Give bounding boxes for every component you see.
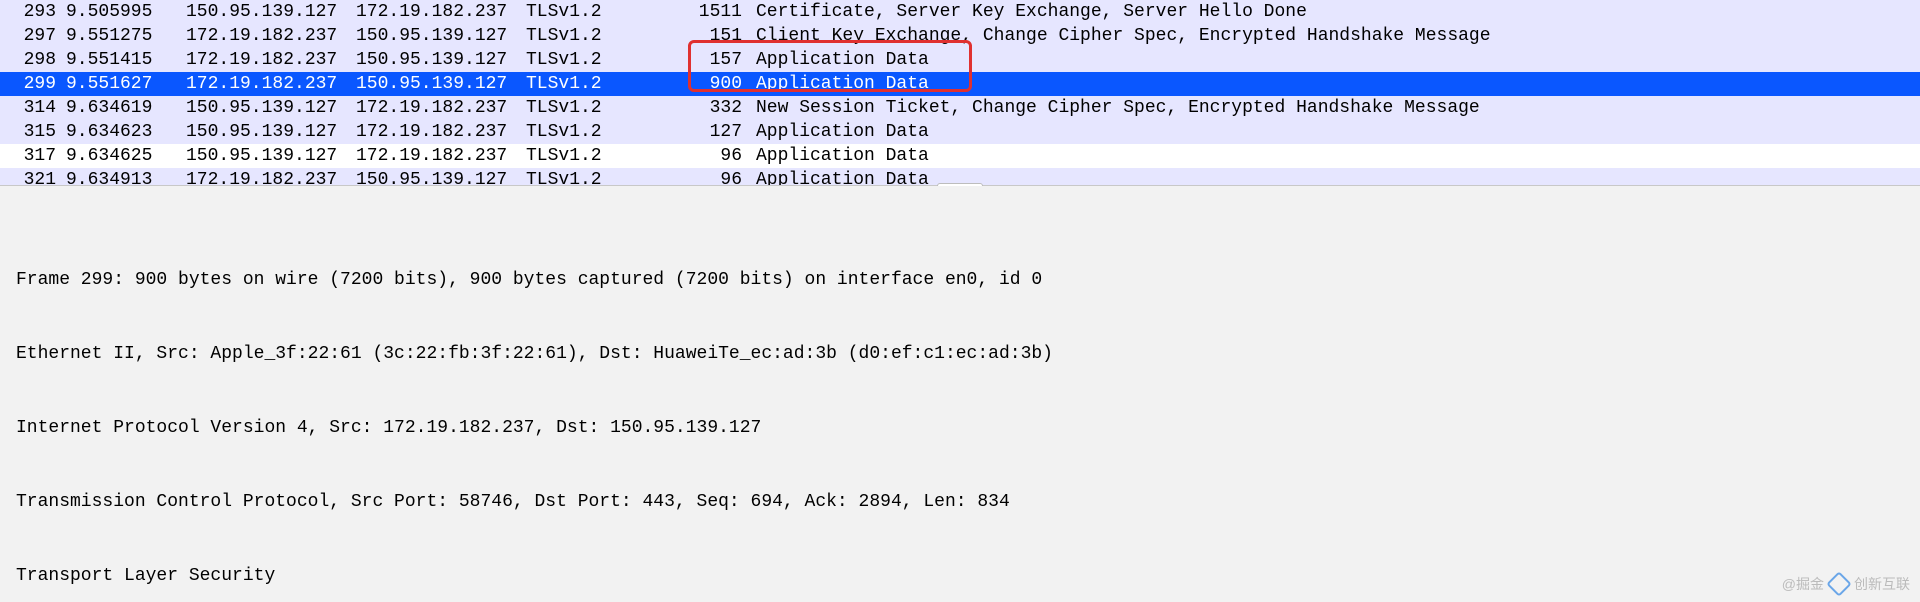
packet-row[interactable]: 317 9.634625 150.95.139.127 172.19.182.2… — [0, 144, 1920, 168]
packet-src: 150.95.139.127 — [186, 120, 356, 144]
packet-time: 9.634625 — [66, 144, 186, 168]
watermark: @掘金 创新互联 — [1782, 572, 1910, 596]
packet-info: Application Data — [756, 120, 1920, 144]
packet-no: 315 — [6, 120, 66, 144]
packet-proto: TLSv1.2 — [526, 72, 656, 96]
packet-dst: 172.19.182.237 — [356, 96, 526, 120]
packet-info: Application Data — [756, 48, 1920, 72]
packet-info: Certificate, Server Key Exchange, Server… — [756, 0, 1920, 24]
packet-len: 1511 — [656, 0, 756, 24]
packet-row[interactable]: 293 9.505995 150.95.139.127 172.19.182.2… — [0, 0, 1920, 24]
packet-src: 172.19.182.237 — [186, 24, 356, 48]
packet-no: 317 — [6, 144, 66, 168]
logo-icon — [1826, 571, 1851, 596]
watermark-text: @掘金 — [1782, 572, 1824, 596]
packet-src: 150.95.139.127 — [186, 0, 356, 24]
packet-time: 9.634913 — [66, 168, 186, 186]
packet-no: 297 — [6, 24, 66, 48]
packet-len: 96 — [656, 168, 756, 186]
detail-ethernet[interactable]: Ethernet II, Src: Apple_3f:22:61 (3c:22:… — [10, 342, 1912, 368]
packet-dst: 172.19.182.237 — [356, 144, 526, 168]
packet-src: 172.19.182.237 — [186, 72, 356, 96]
packet-src: 150.95.139.127 — [186, 144, 356, 168]
packet-len: 332 — [656, 96, 756, 120]
packet-len: 127 — [656, 120, 756, 144]
packet-src: 172.19.182.237 — [186, 48, 356, 72]
packet-dst: 150.95.139.127 — [356, 72, 526, 96]
watermark-text2: 创新互联 — [1854, 572, 1910, 596]
packet-proto: TLSv1.2 — [526, 168, 656, 186]
packet-proto: TLSv1.2 — [526, 0, 656, 24]
packet-row[interactable]: 298 9.551415 172.19.182.237 150.95.139.1… — [0, 48, 1920, 72]
packet-src: 172.19.182.237 — [186, 168, 356, 186]
packet-len: 900 — [656, 72, 756, 96]
packet-row[interactable]: 314 9.634619 150.95.139.127 172.19.182.2… — [0, 96, 1920, 120]
packet-row[interactable]: 297 9.551275 172.19.182.237 150.95.139.1… — [0, 24, 1920, 48]
packet-no: 321 — [6, 168, 66, 186]
packet-time: 9.634623 — [66, 120, 186, 144]
packet-info: New Session Ticket, Change Cipher Spec, … — [756, 96, 1920, 120]
packet-detail-pane[interactable]: Frame 299: 900 bytes on wire (7200 bits)… — [0, 186, 1920, 602]
packet-dst: 172.19.182.237 — [356, 0, 526, 24]
packet-proto: TLSv1.2 — [526, 144, 656, 168]
packet-time: 9.551275 — [66, 24, 186, 48]
detail-frame[interactable]: Frame 299: 900 bytes on wire (7200 bits)… — [10, 268, 1912, 294]
packet-time: 9.505995 — [66, 0, 186, 24]
detail-tls[interactable]: Transport Layer Security — [10, 564, 1912, 590]
packet-proto: TLSv1.2 — [526, 96, 656, 120]
packet-no: 298 — [6, 48, 66, 72]
packet-dst: 172.19.182.237 — [356, 120, 526, 144]
detail-ip[interactable]: Internet Protocol Version 4, Src: 172.19… — [10, 416, 1912, 442]
packet-len: 96 — [656, 144, 756, 168]
packet-time: 9.551627 — [66, 72, 186, 96]
packet-proto: TLSv1.2 — [526, 48, 656, 72]
packet-no: 293 — [6, 0, 66, 24]
detail-tcp[interactable]: Transmission Control Protocol, Src Port:… — [10, 490, 1912, 516]
packet-src: 150.95.139.127 — [186, 96, 356, 120]
packet-row-selected[interactable]: 299 9.551627 172.19.182.237 150.95.139.1… — [0, 72, 1920, 96]
packet-no: 299 — [6, 72, 66, 96]
packet-dst: 150.95.139.127 — [356, 168, 526, 186]
packet-info: Application Data — [756, 72, 1920, 96]
packet-time: 9.634619 — [66, 96, 186, 120]
packet-dst: 150.95.139.127 — [356, 48, 526, 72]
packet-time: 9.551415 — [66, 48, 186, 72]
packet-dst: 150.95.139.127 — [356, 24, 526, 48]
packet-no: 314 — [6, 96, 66, 120]
packet-proto: TLSv1.2 — [526, 120, 656, 144]
packet-proto: TLSv1.2 — [526, 24, 656, 48]
packet-len: 157 — [656, 48, 756, 72]
packet-len: 151 — [656, 24, 756, 48]
packet-info: Client Key Exchange, Change Cipher Spec,… — [756, 24, 1920, 48]
packet-list-pane[interactable]: 293 9.505995 150.95.139.127 172.19.182.2… — [0, 0, 1920, 186]
packet-info: Application Data — [756, 168, 1920, 186]
packet-row[interactable]: 315 9.634623 150.95.139.127 172.19.182.2… — [0, 120, 1920, 144]
packet-info: Application Data — [756, 144, 1920, 168]
